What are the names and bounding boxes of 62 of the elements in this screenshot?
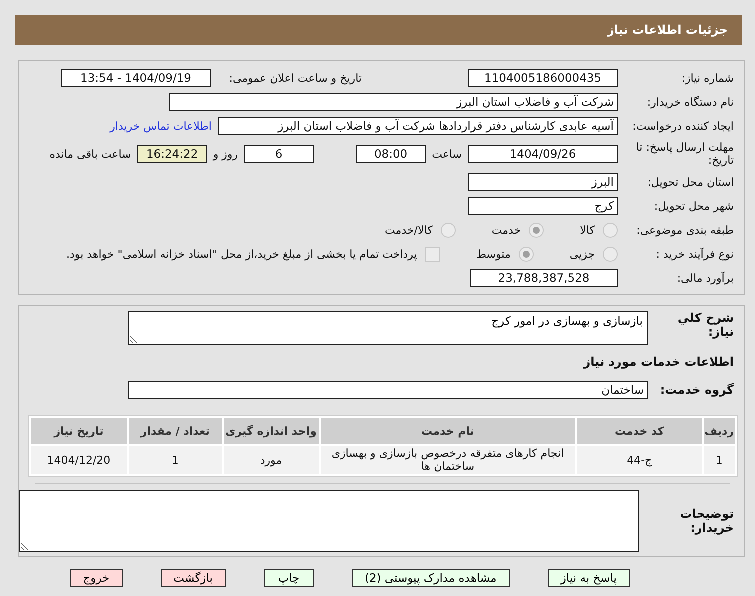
column-header: ردیف	[704, 418, 735, 444]
column-header: کد خدمت	[577, 418, 702, 444]
radio-button[interactable]	[529, 222, 544, 238]
time-label: ساعت	[432, 148, 462, 160]
field-label: شماره نیاز:	[680, 72, 734, 84]
text-field[interactable]: 23,788,387,528	[470, 269, 618, 287]
field-label: ایجاد کننده درخواست:	[632, 120, 734, 132]
action-button[interactable]: مشاهده مدارک پیوستی (2)	[352, 569, 510, 587]
table-cell: 1404/12/20	[31, 446, 127, 474]
field-label: شرح کلي نياز:	[676, 311, 734, 339]
column-header: نام خدمت	[320, 418, 576, 444]
text-field[interactable]: 08:00	[356, 145, 426, 163]
days-label: روز و	[213, 148, 238, 160]
text-field[interactable]: کرج	[468, 197, 618, 215]
radio-button[interactable]	[518, 246, 534, 262]
field-label: نوع فرآیند خرید :	[655, 248, 734, 260]
radio-button[interactable]	[440, 222, 456, 238]
column-header: واحد اندازه گیری	[224, 418, 319, 444]
field-label: نام دستگاه خریدار:	[646, 96, 734, 108]
remaining-label: ساعت باقی مانده	[50, 148, 132, 160]
text-field[interactable]: شرکت آب و فاضلاب استان البرز	[169, 93, 618, 111]
action-button[interactable]: خروج	[70, 569, 123, 587]
table-cell: 1	[128, 446, 222, 474]
column-header: تاریخ نیاز	[31, 418, 127, 444]
field-label: توضیحات خریدار:	[679, 507, 734, 535]
radio-label: جزیی	[570, 248, 595, 260]
buyer-contact-link[interactable]: اطلاعات تماس خریدار	[110, 120, 212, 132]
text-field[interactable]: 1404/09/19 - 13:54	[61, 69, 211, 87]
field-label: تاریخ و ساعت اعلان عمومی:	[228, 72, 362, 84]
field-label: طبقه بندی موضوعی:	[636, 224, 734, 236]
table-cell: مورد	[224, 446, 319, 474]
action-button[interactable]: پاسخ به نیاز	[548, 569, 630, 587]
checkbox[interactable]	[425, 246, 440, 262]
service-group-field[interactable]: ساختمان	[128, 381, 648, 399]
text-field[interactable]: 6	[244, 145, 314, 163]
table-cell: 1	[704, 446, 735, 474]
text-field[interactable]: 1104005186000435	[468, 69, 618, 87]
text-field[interactable]: آسیه عابدی کارشناس دفتر قراردادها شرکت آب و فاضلاب استان البرز	[218, 117, 618, 135]
text-field[interactable]: 1404/09/26	[468, 145, 618, 163]
field-label: گروه خدمت:	[659, 383, 734, 397]
description-field[interactable]: بازسازی و بهسازی در امور کرج	[128, 311, 648, 345]
radio-label: خدمت	[492, 224, 522, 236]
text-field[interactable]: البرز	[468, 173, 618, 191]
table-cell: انجام کارهای متفرقه درخصوص بازسازی و بهسازی ساختمان ها	[320, 446, 576, 474]
field-label: اطلاعات خدمات مورد نیاز	[582, 355, 734, 369]
radio-label: متوسط	[476, 248, 511, 260]
field-label: برآورد مالی:	[676, 272, 734, 284]
radio-button[interactable]	[603, 222, 618, 238]
radio-button[interactable]	[603, 246, 618, 262]
field-label: استان محل تحویل:	[646, 176, 734, 188]
action-button[interactable]: چاپ	[264, 569, 314, 587]
field-label: شهر محل تحویل:	[653, 200, 734, 212]
buyer-notes-field[interactable]	[19, 490, 639, 552]
page-title: جزئیات اطلاعات نیاز	[607, 23, 728, 37]
checkbox-label: پرداخت تمام یا بخشی از مبلغ خرید،از محل "اسناد خزانه اسلامی" خواهد بود.	[66, 248, 418, 260]
remaining-time[interactable]: 16:24:22	[137, 145, 208, 163]
field-label: مهلت ارسال پاسخ: تا تاریخ:	[635, 141, 734, 167]
radio-label: کالا/خدمت	[385, 224, 433, 236]
radio-label: کالا	[580, 224, 595, 236]
table-cell: ج-44	[577, 446, 702, 474]
column-header: تعداد / مقدار	[128, 418, 222, 444]
action-button[interactable]: بازگشت	[160, 569, 226, 587]
